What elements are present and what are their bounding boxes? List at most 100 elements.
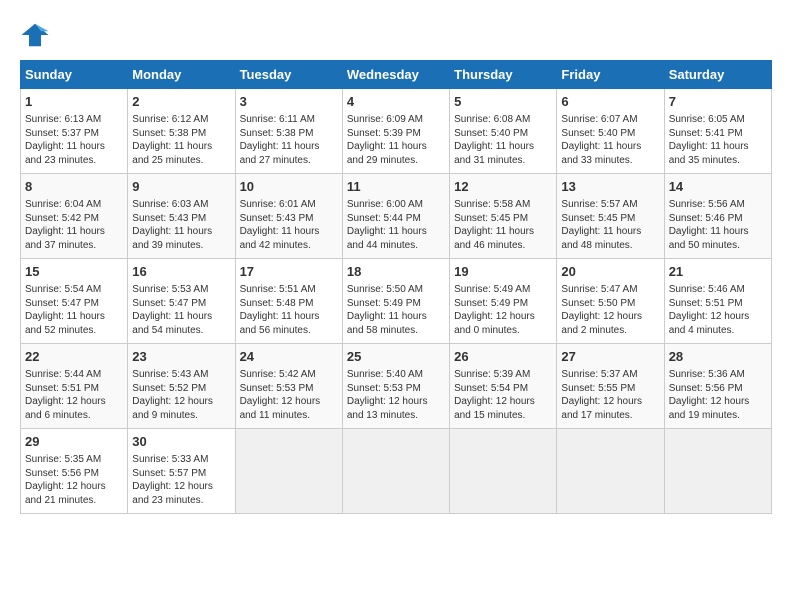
calendar-cell: 4 Sunrise: 6:09 AM Sunset: 5:39 PM Daylig… [342,89,449,174]
calendar-cell: 12 Sunrise: 5:58 AM Sunset: 5:45 PM Dayli… [450,174,557,259]
day-number: 27 [561,348,659,366]
week-row-4: 22 Sunrise: 5:44 AM Sunset: 5:51 PM Dayli… [21,344,772,429]
day-info: Sunrise: 6:01 AM Sunset: 5:43 PM Dayligh… [240,198,338,252]
calendar-cell: 11 Sunrise: 6:00 AM Sunset: 5:44 PM Dayli… [342,174,449,259]
col-header-tuesday: Tuesday [235,61,342,89]
calendar-cell: 19 Sunrise: 5:49 AM Sunset: 5:49 PM Dayli… [450,259,557,344]
calendar-cell: 6Sunrise: 6:07 AM Sunset: 5:40 PM Daylig… [557,89,664,174]
calendar-cell: 23 Sunrise: 5:43 AM Sunset: 5:52 PM Dayli… [128,344,235,429]
day-number: 29 [25,433,123,451]
day-number: 2 [132,93,230,111]
calendar-cell: 16 Sunrise: 5:53 AM Sunset: 5:47 PM Dayli… [128,259,235,344]
day-info: Sunrise: 6:12 AM Sunset: 5:38 PM Dayligh… [132,113,230,167]
calendar-cell [235,429,342,514]
day-number: 15 [25,263,123,281]
day-info: Sunrise: 5:37 AM Sunset: 5:55 PM Dayligh… [561,368,659,422]
day-number: 11 [347,178,445,196]
col-header-wednesday: Wednesday [342,61,449,89]
day-info: Sunrise: 5:35 AM Sunset: 5:56 PM Dayligh… [25,453,123,507]
day-info: Sunrise: 5:44 AM Sunset: 5:51 PM Dayligh… [25,368,123,422]
day-info: Sunrise: 5:58 AM Sunset: 5:45 PM Dayligh… [454,198,552,252]
week-row-5: 29 Sunrise: 5:35 AM Sunset: 5:56 PM Dayli… [21,429,772,514]
calendar-cell: 10 Sunrise: 6:01 AM Sunset: 5:43 PM Dayli… [235,174,342,259]
calendar-cell: 1 Sunrise: 6:13 AM Sunset: 5:37 PM Daylig… [21,89,128,174]
calendar-cell: 5 Sunrise: 6:08 AM Sunset: 5:40 PM Daylig… [450,89,557,174]
day-number: 30 [132,433,230,451]
calendar-cell: 2 Sunrise: 6:12 AM Sunset: 5:38 PM Daylig… [128,89,235,174]
day-info: Sunrise: 6:09 AM Sunset: 5:39 PM Dayligh… [347,113,445,167]
day-info: Sunrise: 5:47 AM Sunset: 5:50 PM Dayligh… [561,283,659,337]
day-info: Sunrise: 5:36 AM Sunset: 5:56 PM Dayligh… [669,368,767,422]
day-number: 1 [25,93,123,111]
calendar-cell: 24Sunrise: 5:42 AM Sunset: 5:53 PM Dayli… [235,344,342,429]
day-info: Sunrise: 5:53 AM Sunset: 5:47 PM Dayligh… [132,283,230,337]
calendar-cell: 14 Sunrise: 5:56 AM Sunset: 5:46 PM Dayli… [664,174,771,259]
day-number: 8 [25,178,123,196]
calendar-cell [557,429,664,514]
calendar-cell: 20 Sunrise: 5:47 AM Sunset: 5:50 PM Dayli… [557,259,664,344]
day-number: 14 [669,178,767,196]
day-number: 13 [561,178,659,196]
calendar-cell: 28 Sunrise: 5:36 AM Sunset: 5:56 PM Dayli… [664,344,771,429]
day-info: Sunrise: 5:42 AM Sunset: 5:53 PM Dayligh… [240,368,338,422]
day-number: 19 [454,263,552,281]
day-number: 22 [25,348,123,366]
day-number: 18 [347,263,445,281]
col-header-thursday: Thursday [450,61,557,89]
logo-icon [20,20,50,50]
day-number: 9 [132,178,230,196]
day-info: Sunrise: 6:11 AM Sunset: 5:38 PM Dayligh… [240,113,338,167]
calendar-cell: 9 Sunrise: 6:03 AM Sunset: 5:43 PM Daylig… [128,174,235,259]
week-row-3: 15 Sunrise: 5:54 AM Sunset: 5:47 PM Dayli… [21,259,772,344]
day-info: Sunrise: 6:03 AM Sunset: 5:43 PM Dayligh… [132,198,230,252]
day-info: Sunrise: 5:40 AM Sunset: 5:53 PM Dayligh… [347,368,445,422]
day-number: 4 [347,93,445,111]
day-info: Sunrise: 5:43 AM Sunset: 5:52 PM Dayligh… [132,368,230,422]
day-info: Sunrise: 6:13 AM Sunset: 5:37 PM Dayligh… [25,113,123,167]
day-number: 12 [454,178,552,196]
day-info: Sunrise: 6:04 AM Sunset: 5:42 PM Dayligh… [25,198,123,252]
day-number: 20 [561,263,659,281]
day-number: 3 [240,93,338,111]
day-number: 25 [347,348,445,366]
day-info: Sunrise: 5:56 AM Sunset: 5:46 PM Dayligh… [669,198,767,252]
calendar-cell: 22 Sunrise: 5:44 AM Sunset: 5:51 PM Dayli… [21,344,128,429]
calendar-cell [342,429,449,514]
day-info: Sunrise: 5:51 AM Sunset: 5:48 PM Dayligh… [240,283,338,337]
calendar-cell: 30Sunrise: 5:33 AM Sunset: 5:57 PM Dayli… [128,429,235,514]
day-info: Sunrise: 5:50 AM Sunset: 5:49 PM Dayligh… [347,283,445,337]
day-number: 16 [132,263,230,281]
week-row-1: 1 Sunrise: 6:13 AM Sunset: 5:37 PM Daylig… [21,89,772,174]
day-info: Sunrise: 5:49 AM Sunset: 5:49 PM Dayligh… [454,283,552,337]
col-header-monday: Monday [128,61,235,89]
calendar-cell: 21Sunrise: 5:46 AM Sunset: 5:51 PM Dayli… [664,259,771,344]
calendar-cell: 18 Sunrise: 5:50 AM Sunset: 5:49 PM Dayli… [342,259,449,344]
day-info: Sunrise: 6:07 AM Sunset: 5:40 PM Dayligh… [561,113,659,167]
day-number: 21 [669,263,767,281]
calendar-cell: 17 Sunrise: 5:51 AM Sunset: 5:48 PM Dayli… [235,259,342,344]
day-info: Sunrise: 6:08 AM Sunset: 5:40 PM Dayligh… [454,113,552,167]
calendar-cell: 13 Sunrise: 5:57 AM Sunset: 5:45 PM Dayli… [557,174,664,259]
day-info: Sunrise: 5:39 AM Sunset: 5:54 PM Dayligh… [454,368,552,422]
day-number: 7 [669,93,767,111]
day-number: 28 [669,348,767,366]
day-info: Sunrise: 5:57 AM Sunset: 5:45 PM Dayligh… [561,198,659,252]
day-number: 5 [454,93,552,111]
day-info: Sunrise: 6:00 AM Sunset: 5:44 PM Dayligh… [347,198,445,252]
col-header-saturday: Saturday [664,61,771,89]
calendar-cell: 15 Sunrise: 5:54 AM Sunset: 5:47 PM Dayli… [21,259,128,344]
calendar-cell [664,429,771,514]
logo [20,20,54,50]
col-header-sunday: Sunday [21,61,128,89]
calendar-table: SundayMondayTuesdayWednesdayThursdayFrid… [20,60,772,514]
calendar-cell: 27 Sunrise: 5:37 AM Sunset: 5:55 PM Dayli… [557,344,664,429]
day-number: 23 [132,348,230,366]
day-info: Sunrise: 5:54 AM Sunset: 5:47 PM Dayligh… [25,283,123,337]
calendar-cell: 26Sunrise: 5:39 AM Sunset: 5:54 PM Dayli… [450,344,557,429]
calendar-cell [450,429,557,514]
day-number: 10 [240,178,338,196]
day-number: 17 [240,263,338,281]
calendar-header [54,20,772,22]
calendar-cell: 25 Sunrise: 5:40 AM Sunset: 5:53 PM Dayli… [342,344,449,429]
calendar-cell: 8 Sunrise: 6:04 AM Sunset: 5:42 PM Daylig… [21,174,128,259]
